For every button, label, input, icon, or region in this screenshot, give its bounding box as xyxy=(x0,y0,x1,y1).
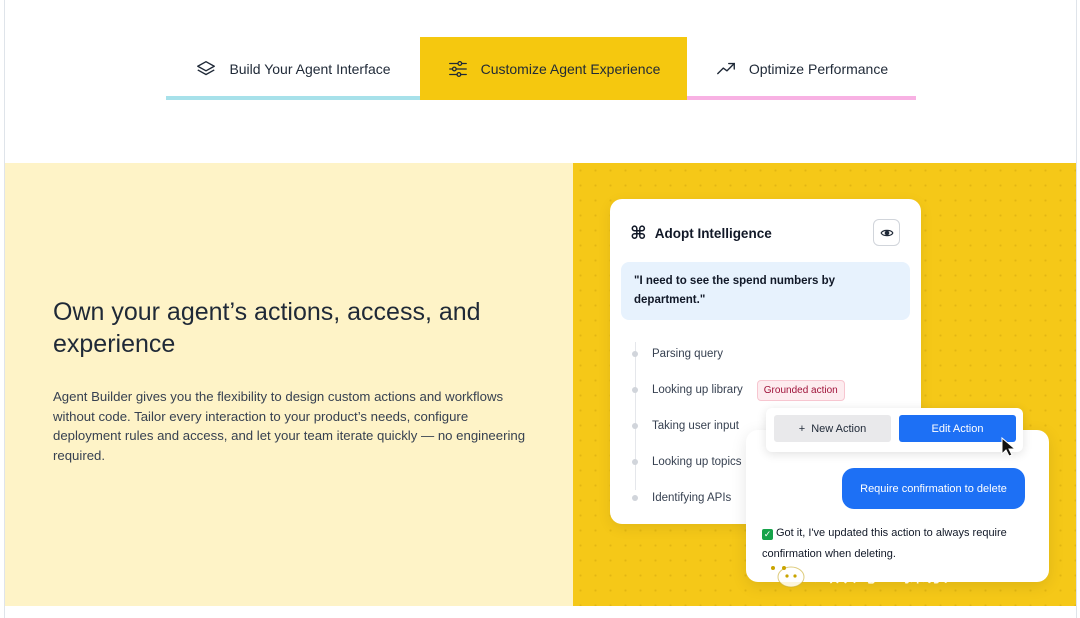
command-icon: ⌘ xyxy=(630,223,647,243)
checkmark-icon: ✓ xyxy=(762,529,773,540)
mouse-pointer-icon xyxy=(1001,437,1017,457)
step-dot xyxy=(632,459,638,465)
tab-build-agent-interface[interactable]: Build Your Agent Interface xyxy=(166,37,420,100)
plus-icon: + xyxy=(798,422,806,435)
step-label: Parsing query xyxy=(652,348,723,360)
layers-icon xyxy=(197,60,216,75)
step-item: Parsing query xyxy=(632,336,902,372)
page: Build Your Agent Interface Customize Age… xyxy=(0,0,1080,618)
new-action-button[interactable]: + New Action xyxy=(774,415,891,442)
step-dot xyxy=(632,423,638,429)
action-toolbar: + New Action Edit Action xyxy=(766,408,1023,452)
grounded-action-badge: Grounded action xyxy=(756,379,845,401)
feature-description: Agent Builder gives you the flexibility … xyxy=(53,389,526,463)
step-label: Looking up topics xyxy=(652,456,742,468)
tab-customize-agent-experience[interactable]: Customize Agent Experience xyxy=(420,37,687,100)
feature-tabs: Build Your Agent Interface Customize Age… xyxy=(166,37,916,100)
edit-action-button[interactable]: Edit Action xyxy=(899,415,1016,442)
new-action-label: New Action xyxy=(811,422,867,435)
page-edge-right xyxy=(1076,0,1077,618)
user-message-bubble: Require confirmation to delete xyxy=(842,468,1025,509)
step-dot xyxy=(632,351,638,357)
tab-underline xyxy=(166,96,420,100)
feature-illustration: ⌘ Adopt Intelligence "I need to see the … xyxy=(573,163,1076,606)
step-label: Identifying APIs xyxy=(652,492,732,504)
tab-underline xyxy=(420,96,687,100)
agent-card-title: Adopt Intelligence xyxy=(654,226,772,241)
tab-optimize-performance[interactable]: Optimize Performance xyxy=(687,37,916,100)
step-item: Looking up library Grounded action xyxy=(632,372,902,408)
wechat-icon xyxy=(764,558,805,588)
tab-underline xyxy=(687,96,916,100)
user-query: "I need to see the spend numbers by depa… xyxy=(621,262,910,320)
sliders-icon xyxy=(448,60,467,77)
agent-card-header: ⌘ Adopt Intelligence xyxy=(630,223,772,244)
tab-label: Build Your Agent Interface xyxy=(229,60,391,77)
step-label: Taking user input xyxy=(652,420,739,432)
preview-button[interactable] xyxy=(873,219,900,246)
feature-headline: Own your agent’s actions, access, and ex… xyxy=(53,298,481,358)
eye-icon xyxy=(880,229,893,236)
step-dot xyxy=(632,387,638,393)
watermark-text: 公众号 · 探索AGI xyxy=(812,562,991,587)
tab-label: Optimize Performance xyxy=(748,60,889,77)
edit-action-label: Edit Action xyxy=(931,422,984,435)
feature-copy: Own your agent’s actions, access, and ex… xyxy=(5,163,573,606)
step-dot xyxy=(632,495,638,501)
tab-label: Customize Agent Experience xyxy=(480,60,661,77)
watermark: 公众号 · 探索AGI xyxy=(762,556,990,590)
feature-panel: Own your agent’s actions, access, and ex… xyxy=(5,163,1076,606)
step-label: Looking up library xyxy=(652,384,743,396)
trending-up-icon xyxy=(716,62,735,74)
